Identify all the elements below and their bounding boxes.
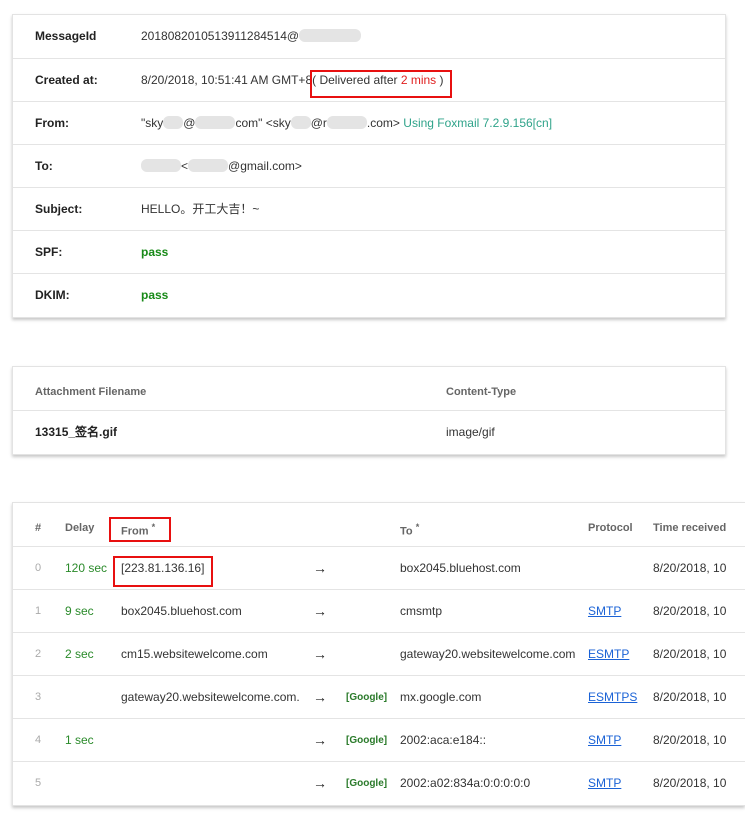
col-header-protocol: Protocol (588, 522, 633, 534)
hop-time: 8/20/2018, 10 (653, 776, 727, 790)
hops-table: # Delay From * To * Protocol Time receiv… (12, 502, 745, 806)
hop-from: box2045.bluehost.com (121, 604, 242, 618)
hop-tag: [Google] (346, 735, 388, 746)
header-label: MessageId (35, 29, 97, 43)
highlight-box (109, 517, 171, 542)
from-value: "sky @ com" <sky @r .com> Using Foxmail 7.2.… (141, 116, 553, 130)
header-label: DKIM: (35, 288, 70, 302)
hop-protocol-link[interactable]: ESMTP (588, 633, 629, 676)
hop-delay: 120 sec (65, 561, 108, 575)
hop-index: 5 (35, 777, 42, 789)
spf-status: pass (141, 245, 169, 259)
hop-to: box2045.bluehost.com (400, 561, 521, 575)
col-header-to: To * (400, 522, 420, 538)
header-row-messageid: MessageId 201808201051391128451​4@ (13, 15, 725, 58)
table-row: 4 1 sec → [Google] 2002:aca:e184:: 8/20/2018,… (13, 718, 745, 761)
hop-protocol-link[interactable]: SMTP (588, 590, 621, 633)
required-star: * (415, 522, 420, 532)
hop-delay: 1 sec (65, 733, 94, 747)
table-row: 2 2 sec cm15.websitewelcome.com → gateway20.… (13, 632, 745, 675)
hop-from: gateway20.websitewelcome.com. (121, 690, 300, 704)
hop-index: 4 (35, 734, 42, 746)
hop-time: 8/20/2018, 10 (653, 733, 727, 747)
messageid-value: 201808201051391128451​4@ (141, 15, 362, 58)
hop-arrow: → (313, 732, 327, 748)
hop-protocol-link[interactable]: ESMTPS (588, 676, 637, 719)
header-row-from: From: "sky @ com" <sky @r .com> Using Foxmai… (13, 101, 725, 144)
hop-time: 8/20/2018, 10 (653, 604, 727, 618)
hop-protocol-link[interactable]: SMTP (588, 719, 621, 762)
attachment-content-type: image/gif (446, 425, 495, 439)
header-row-to: To: < @gmail.com> (13, 144, 725, 187)
col-header-filename: Attachment Filename (35, 386, 147, 398)
hop-delay: 2 sec (65, 647, 94, 661)
table-row: 1 9 sec box2045.bluehost.com → cmsmtp 8/20/20… (13, 589, 745, 632)
redacted-block (326, 116, 367, 129)
to-value: < @gmail.com> (141, 145, 302, 188)
hop-time: 8/20/2018, 10 (653, 690, 727, 704)
table-row: 3 gateway20.websitewelcome.com. → [Google] m… (13, 675, 745, 718)
subject-value: HELLO。开工大吉！~ (141, 202, 260, 216)
highlight-box (310, 70, 452, 98)
header-label: Subject: (35, 202, 83, 216)
hop-arrow: → (313, 646, 327, 662)
redacted-block (290, 116, 311, 129)
col-header-index: # (35, 522, 42, 534)
hop-to: cmsmtp (400, 604, 442, 618)
hop-time: 8/20/2018, 10 (653, 647, 727, 661)
col-header-delay: Delay (65, 522, 95, 534)
header-label: To: (35, 159, 53, 173)
mail-client: Using Foxmail 7.2.9.156[cn] (403, 116, 553, 130)
dkim-status: pass (141, 288, 169, 302)
hop-from: cm15.websitewelcome.com (121, 647, 268, 661)
hop-to: mx.google.com (400, 690, 482, 704)
highlight-box (113, 556, 213, 587)
header-label: SPF: (35, 245, 63, 259)
message-header-card: MessageId 201808201051391128451​4@ Creat… (12, 14, 726, 318)
hop-index: 3 (35, 691, 42, 703)
hop-arrow: → (313, 603, 327, 619)
col-header-time: Time received (653, 522, 727, 534)
hop-arrow: → (313, 689, 327, 705)
hop-index: 0 (35, 562, 42, 574)
attachment-row: 13315_签名.gif image/gif (13, 410, 725, 453)
attachment-filename[interactable]: 13315_签名.gif (35, 411, 117, 454)
hop-arrow: → (313, 560, 327, 576)
hop-index: 1 (35, 605, 42, 617)
col-header-content-type: Content-Type (446, 386, 517, 398)
hop-to: 2002:aca:e184:: (400, 733, 487, 747)
header-label: From: (35, 116, 69, 130)
hop-delay: 9 sec (65, 604, 94, 618)
redacted-block (195, 116, 236, 129)
redacted-block (299, 29, 362, 42)
table-row: 5 → [Google] 2002:a02:834a:0:0:0:0:0 8/20/20… (13, 761, 745, 804)
hop-tag: [Google] (346, 778, 388, 789)
header-row-dkim: DKIM: pass (13, 273, 725, 316)
hop-to: gateway20.websitewelcome.com (400, 647, 576, 661)
redacted-block (141, 159, 181, 172)
hop-to: 2002:a02:834a:0:0:0:0:0 (400, 776, 531, 790)
hop-time: 8/20/2018, 10 (653, 561, 727, 575)
attachments-card: Attachment Filename Content-Type 13315_签… (12, 366, 726, 455)
redacted-block (188, 159, 229, 172)
hop-tag: [Google] (346, 692, 388, 703)
header-label: Created at: (35, 73, 98, 87)
header-row-spf: SPF: pass (13, 230, 725, 273)
header-row-subject: Subject: HELLO。开工大吉！~ (13, 187, 725, 230)
redacted-block (163, 116, 184, 129)
hop-protocol-link[interactable]: SMTP (588, 762, 621, 805)
hop-index: 2 (35, 648, 42, 660)
hop-arrow: → (313, 775, 327, 791)
